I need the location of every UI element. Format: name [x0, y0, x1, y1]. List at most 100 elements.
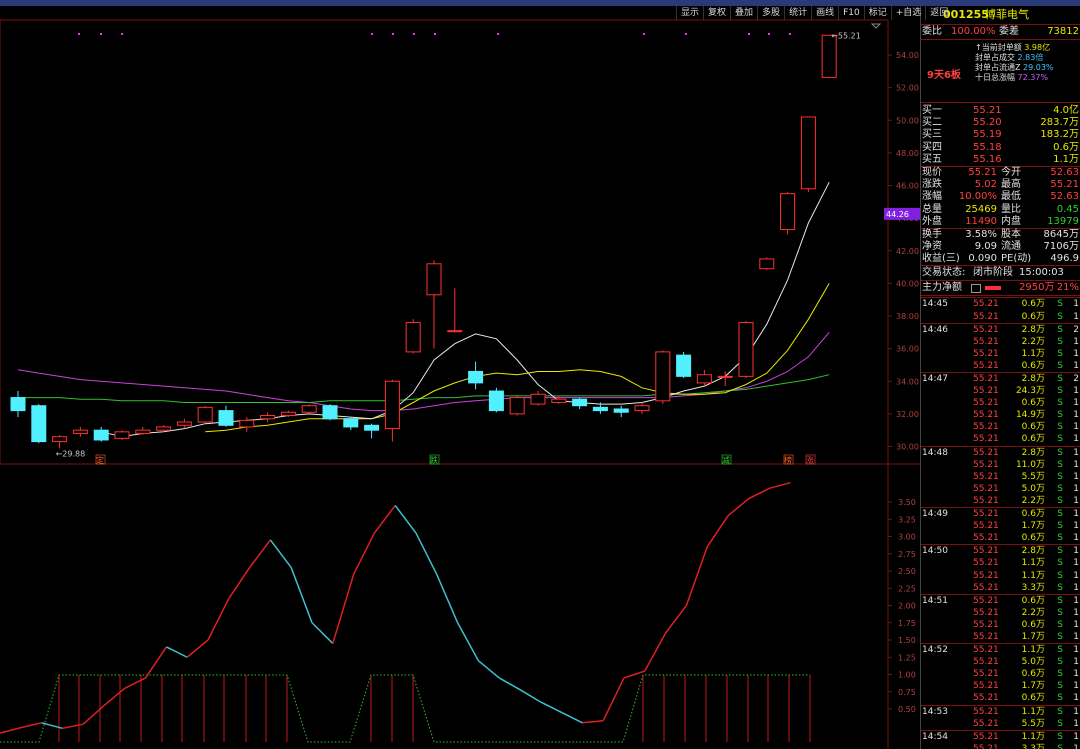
candle-body[interactable] — [405, 322, 421, 353]
collapse-icon[interactable] — [870, 23, 882, 29]
candle-body[interactable] — [780, 193, 796, 231]
candle-body[interactable] — [821, 34, 837, 78]
osc-line-segment — [519, 689, 542, 703]
event-marker-label[interactable]: 跌 — [430, 455, 438, 465]
candle-body[interactable] — [343, 418, 359, 428]
tick-volume: 24.3万 — [1015, 386, 1045, 397]
tick-side: S — [1057, 495, 1063, 506]
candle-body[interactable] — [301, 405, 317, 413]
tick-side: S — [1057, 731, 1063, 742]
tick-side: S — [1057, 348, 1063, 359]
candle-body[interactable] — [260, 415, 276, 420]
candle-body[interactable] — [488, 390, 504, 412]
netflow-toggle-icon[interactable] — [971, 284, 981, 294]
quote-value: 25469 — [965, 203, 997, 215]
candle-body[interactable] — [218, 410, 234, 426]
tick-volume: 5.5万 — [1021, 718, 1045, 729]
candle-body[interactable] — [509, 397, 525, 415]
quote-block: 现价 55.21 今开 52.63 涨跌 5.02 最高 55.21 涨幅 10.00% 最低 52.… — [921, 165, 1080, 228]
candle-body[interactable] — [551, 398, 567, 403]
event-marker-label[interactable]: 涨 — [806, 455, 814, 465]
tick-row: 55.21 1.7万 S 1 — [921, 520, 1080, 532]
toolbar-button-4[interactable]: 统计 — [784, 6, 811, 20]
weidiff-value: 73812 — [1047, 26, 1079, 37]
toolbar-button-2[interactable]: 叠加 — [730, 6, 757, 20]
tick-volume: 0.6万 — [1021, 693, 1045, 704]
event-marker-label[interactable]: 榜 — [784, 455, 792, 465]
toolbar-button-5[interactable]: 画线 — [811, 6, 838, 20]
tick-price: 55.21 — [973, 324, 999, 335]
osc-line-segment — [456, 622, 480, 662]
candle-body[interactable] — [280, 411, 296, 417]
candle-body[interactable] — [322, 405, 338, 420]
candle-body[interactable] — [572, 398, 588, 407]
candle-body[interactable] — [696, 374, 712, 384]
candle-body[interactable] — [72, 429, 88, 434]
toolbar-button-8[interactable]: +自选 — [890, 6, 926, 20]
candle-body[interactable] — [447, 330, 463, 333]
toolbar-button-7[interactable]: 标记 — [863, 6, 891, 20]
osc-axis-label: 1.50 — [898, 636, 916, 645]
tick-row: 55.21 2.2万 S 1 — [921, 495, 1080, 507]
tick-row: 14:48 55.21 2.8万 S 1 — [921, 445, 1080, 459]
candle-body[interactable] — [676, 354, 692, 377]
candle-body[interactable] — [197, 406, 213, 423]
candle-body[interactable] — [52, 436, 68, 443]
osc-line-segment — [228, 567, 251, 600]
bid-row: 买五 55.16 1.1万 — [921, 154, 1080, 166]
seal-value: 72.37% — [1017, 73, 1049, 82]
osc-line-segment — [332, 574, 355, 644]
tick-list[interactable]: 14:45 55.21 0.6万 S 1 55.21 0.6万 S 1 14:46 55.21 2.8… — [921, 295, 1080, 749]
candle-body[interactable] — [114, 431, 130, 439]
candle-body[interactable] — [135, 429, 151, 434]
tick-volume: 1.7万 — [1021, 631, 1045, 642]
candle-body[interactable] — [10, 397, 26, 412]
candle-body[interactable] — [384, 380, 400, 430]
event-marker-label[interactable]: 减 — [722, 455, 730, 465]
candle-body[interactable] — [634, 405, 650, 412]
tick-row: 14:51 55.21 0.6万 S 1 — [921, 593, 1080, 607]
tick-count: 1 — [1073, 607, 1079, 618]
toolbar-button-6[interactable]: F10 — [838, 6, 864, 20]
tick-volume: 5.0万 — [1021, 657, 1045, 668]
candle-body[interactable] — [364, 424, 380, 431]
event-marker-label[interactable]: 定 — [96, 455, 104, 465]
quote-value: 55.21 — [968, 166, 997, 178]
candle-body[interactable] — [31, 405, 47, 443]
toolbar-button-0[interactable]: 显示 — [676, 6, 703, 20]
tick-time: 14:47 — [922, 374, 948, 384]
tick-time: 14:53 — [922, 706, 948, 717]
candle-body[interactable] — [156, 426, 172, 431]
tick-row: 14:49 55.21 0.6万 S 1 — [921, 507, 1080, 520]
tick-volume: 1.7万 — [1021, 681, 1045, 692]
osc-line-segment — [665, 605, 687, 634]
candle-body[interactable] — [717, 375, 733, 378]
candle-body[interactable] — [655, 351, 671, 402]
bid-row: 买四 55.18 0.6万 — [921, 142, 1080, 154]
stats-label-2: PE(动) — [1001, 253, 1032, 265]
toolbar-button-9[interactable]: 返回 — [925, 6, 952, 20]
candle-body[interactable] — [530, 393, 546, 405]
candle-body[interactable] — [592, 406, 608, 412]
quote-value: 5.02 — [974, 179, 997, 191]
candle-body[interactable] — [93, 429, 109, 441]
candle-body[interactable] — [176, 421, 192, 426]
tick-side: S — [1057, 546, 1063, 557]
kline-chart[interactable]: 54.0052.0050.0048.0046.0044.0042.0040.00… — [0, 6, 920, 749]
candle-body[interactable] — [426, 263, 442, 296]
seal-label: ↑当前封单额 — [975, 43, 1022, 52]
toolbar-button-3[interactable]: 多股 — [757, 6, 784, 20]
candle-body[interactable] — [239, 419, 255, 428]
candle-body[interactable] — [800, 116, 816, 190]
toolbar-button-1[interactable]: 复权 — [703, 6, 730, 20]
tick-count: 1 — [1073, 706, 1079, 717]
tick-price: 55.21 — [973, 398, 999, 409]
bid-volume: 0.6万 — [1053, 141, 1079, 153]
candle-body[interactable] — [759, 258, 775, 270]
candle-body[interactable] — [738, 322, 754, 377]
candle-body[interactable] — [468, 370, 484, 384]
tick-volume: 1.1万 — [1021, 731, 1045, 742]
tick-count: 1 — [1073, 447, 1079, 458]
candle-body[interactable] — [613, 408, 629, 413]
tick-volume: 1.1万 — [1021, 570, 1045, 581]
